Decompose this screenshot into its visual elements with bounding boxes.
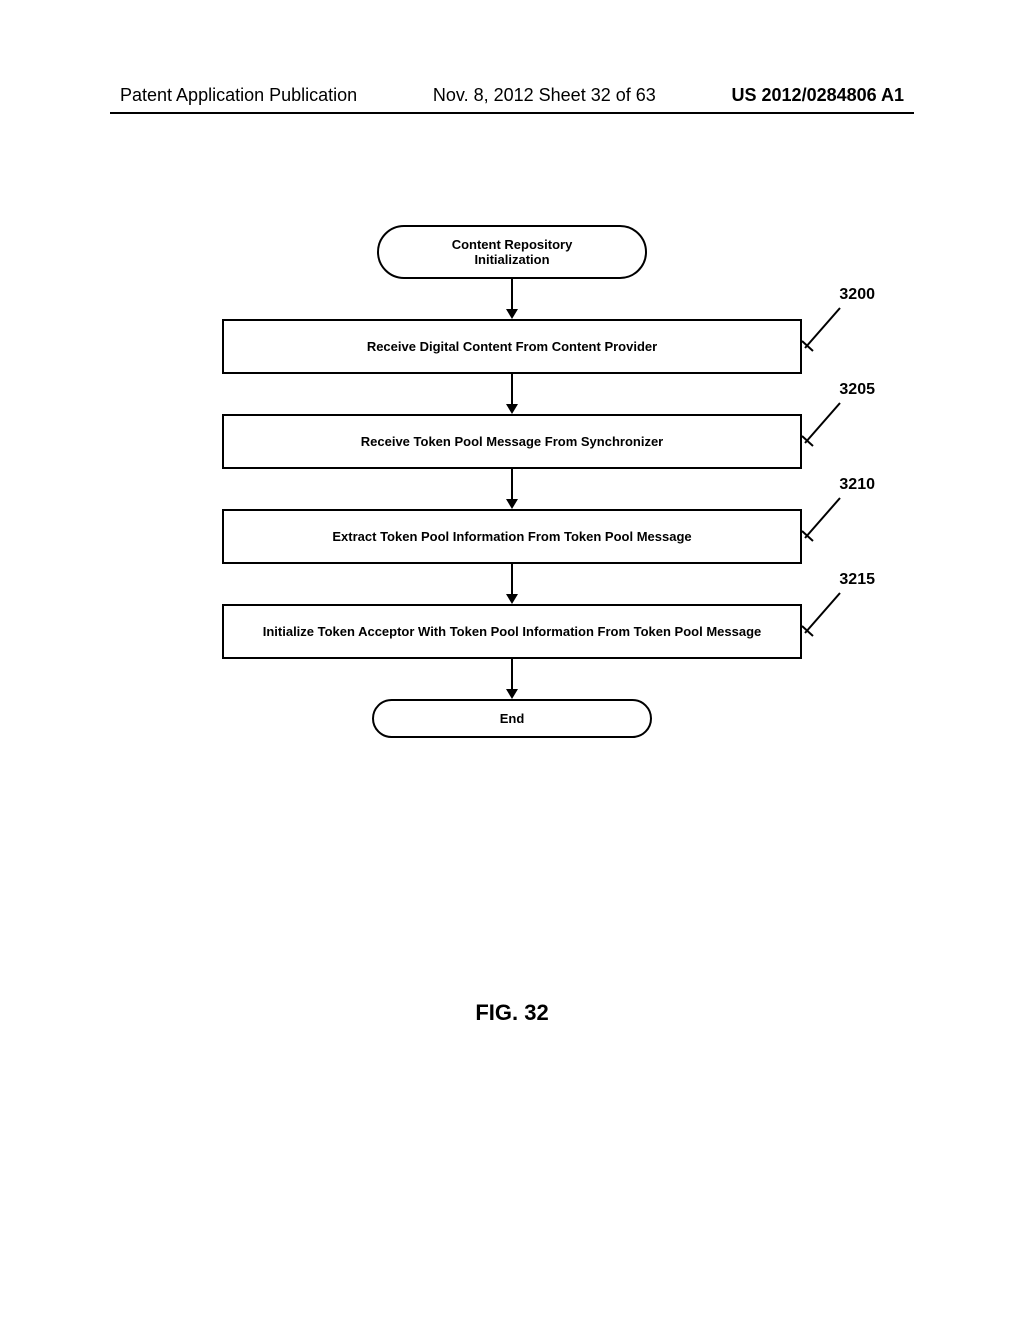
arrow [172, 469, 852, 509]
start-label: Content Repository Initialization [452, 237, 573, 267]
process-step-3: 3210 Extract Token Pool Information From… [222, 509, 802, 564]
ref-connector-3 [805, 496, 845, 536]
header-divider [110, 112, 914, 114]
ref-label-4: 3215 [839, 571, 875, 589]
flowchart-end: End [372, 699, 652, 738]
header-date-sheet: Nov. 8, 2012 Sheet 32 of 63 [433, 85, 656, 106]
arrow [172, 374, 852, 414]
process-step-4: 3215 Initialize Token Acceptor With Toke… [222, 604, 802, 659]
ref-connector-1 [805, 306, 845, 346]
arrow [172, 659, 852, 699]
ref-connector-4 [805, 591, 845, 631]
ref-label-3: 3210 [839, 476, 875, 494]
figure-number: FIG. 32 [475, 1000, 548, 1026]
end-label: End [500, 711, 525, 726]
arrow [172, 564, 852, 604]
ref-label-1: 3200 [839, 286, 875, 304]
arrow [172, 279, 852, 319]
header-patent-number: US 2012/0284806 A1 [732, 85, 904, 106]
ref-label-2: 3205 [839, 381, 875, 399]
header-publication: Patent Application Publication [120, 85, 357, 106]
step-4-label: Initialize Token Acceptor With Token Poo… [263, 624, 762, 639]
flowchart-container: Content Repository Initialization 3200 R… [172, 225, 852, 738]
step-3-label: Extract Token Pool Information From Toke… [332, 529, 691, 544]
ref-connector-2 [805, 401, 845, 441]
step-1-label: Receive Digital Content From Content Pro… [367, 339, 657, 354]
process-step-1: 3200 Receive Digital Content From Conten… [222, 319, 802, 374]
flowchart-start: Content Repository Initialization [377, 225, 647, 279]
step-2-label: Receive Token Pool Message From Synchron… [361, 434, 663, 449]
process-step-2: 3205 Receive Token Pool Message From Syn… [222, 414, 802, 469]
